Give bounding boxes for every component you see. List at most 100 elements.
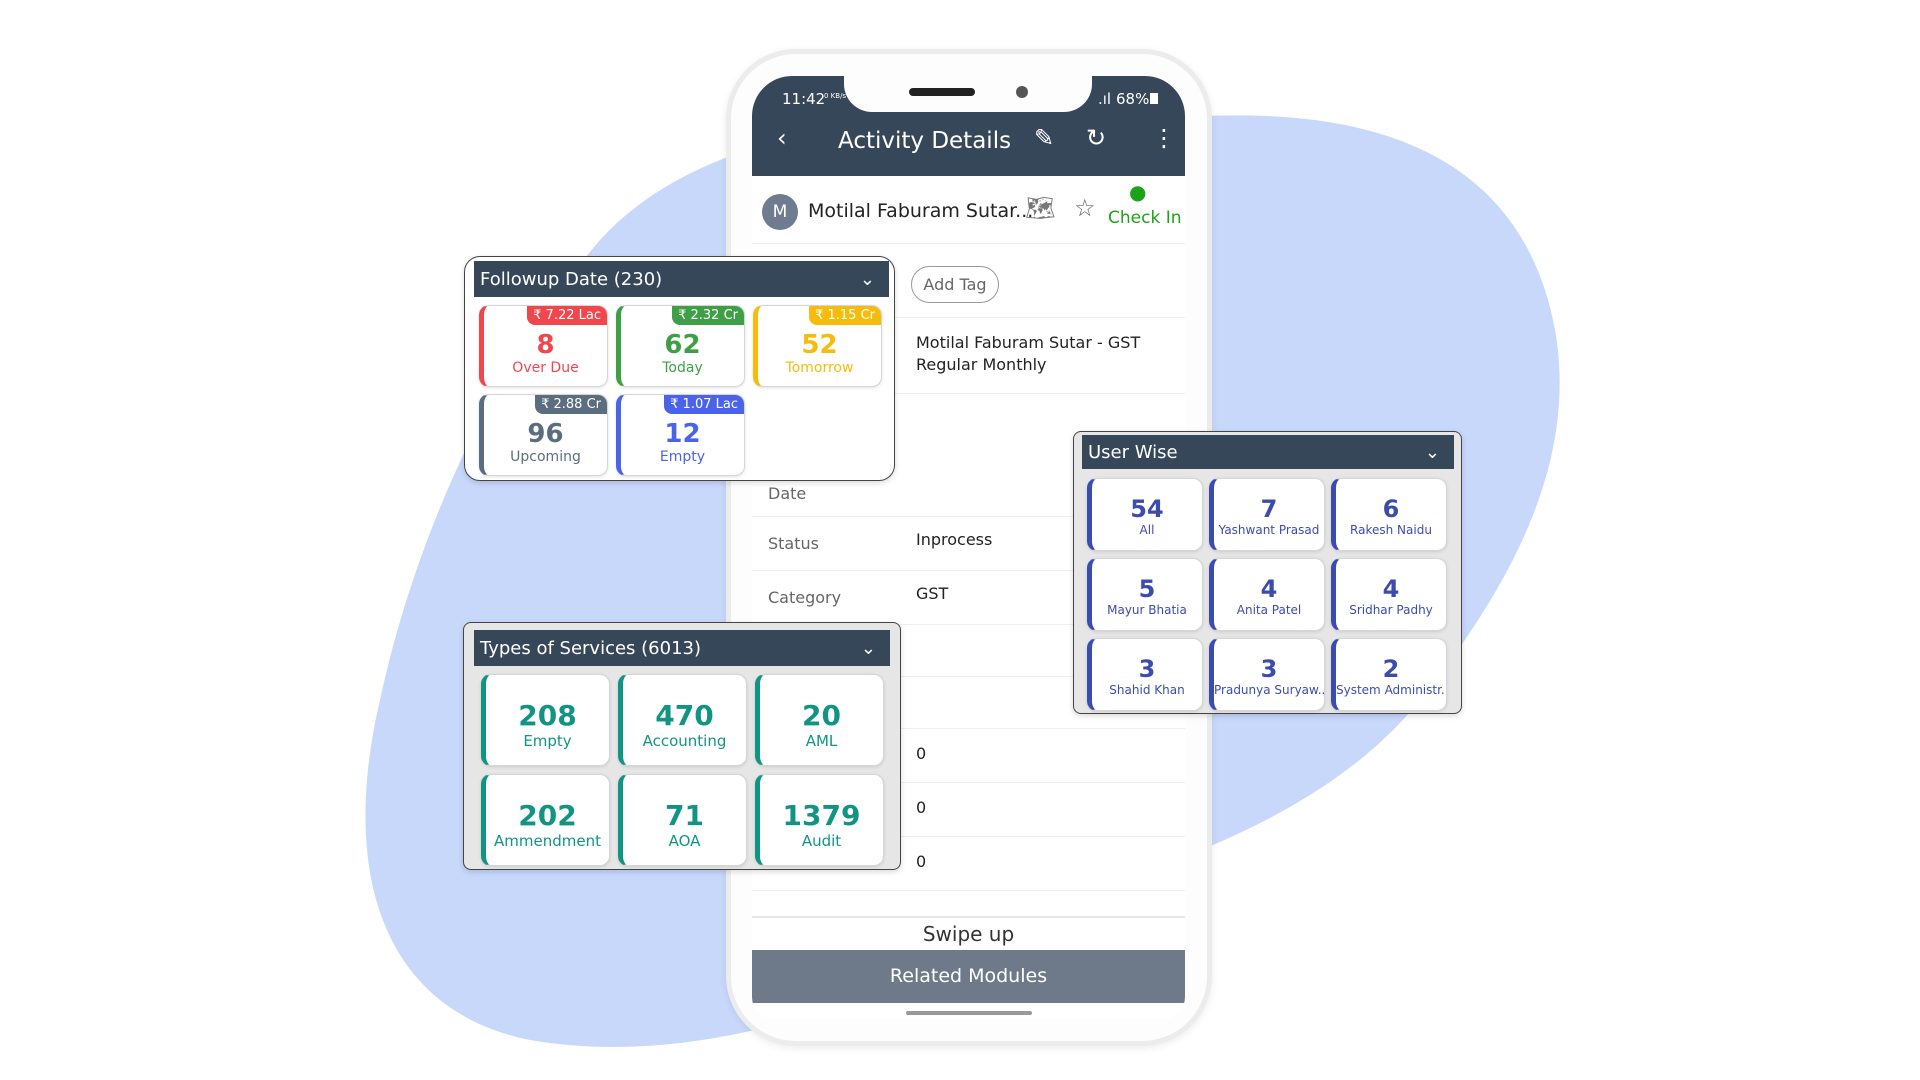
- amount-badge: ₹ 2.88 Cr: [535, 395, 607, 414]
- signal-icon: .ıl: [1098, 90, 1112, 108]
- status-time: 11:42: [782, 90, 826, 108]
- card-label: Audit: [801, 832, 842, 850]
- card-count: 71: [665, 799, 704, 832]
- status-net: 0 KB/s: [824, 92, 847, 100]
- date-label: Date: [768, 484, 807, 503]
- pencil-icon[interactable]: ✎: [1034, 124, 1054, 152]
- user-card[interactable]: 4 Sridhar Padhy: [1331, 558, 1447, 631]
- battery-icon: [1150, 93, 1158, 104]
- home-indicator[interactable]: [906, 1011, 1032, 1015]
- card-label: Rakesh Naidu: [1350, 523, 1432, 537]
- followup-card-upcoming[interactable]: ₹ 2.88 Cr 96 Upcoming: [479, 394, 608, 476]
- card-count: 470: [655, 699, 714, 732]
- chevron-down-icon[interactable]: ⌄: [860, 269, 875, 290]
- card-label: AML: [805, 732, 838, 750]
- category-label: Category: [768, 588, 842, 607]
- services-title: Types of Services (6013): [480, 637, 701, 659]
- followup-card-over-due[interactable]: ₹ 7.22 Lac 8 Over Due: [479, 305, 608, 387]
- card-count: 3: [1260, 655, 1278, 683]
- followup-card-empty[interactable]: ₹ 1.07 Lac 12 Empty: [616, 394, 745, 476]
- camera: [1016, 86, 1028, 98]
- service-card-audit[interactable]: 1379 Audit: [755, 774, 884, 866]
- card-label: Pradunya Suryaw...: [1214, 683, 1325, 697]
- value-zero: 0: [916, 744, 927, 763]
- service-card-accounting[interactable]: 470 Accounting: [618, 674, 747, 766]
- contact-name[interactable]: Motilal Faburam Sutar...: [808, 200, 1033, 222]
- swipe-up-hint[interactable]: Swipe up: [752, 916, 1185, 950]
- amount-badge: ₹ 1.07 Lac: [664, 395, 744, 414]
- followup-date-panel: Followup Date (230) ⌄ ₹ 7.22 Lac 8 Over Du…: [464, 256, 895, 481]
- related-modules-button[interactable]: Related Modules: [752, 950, 1185, 1003]
- card-label: System Administr...: [1336, 683, 1447, 697]
- card-count: 2: [1382, 655, 1400, 683]
- service-card-empty[interactable]: 208 Empty: [481, 674, 610, 766]
- user-card[interactable]: 3 Pradunya Suryaw...: [1209, 638, 1325, 711]
- location-pin-icon[interactable]: ●: [1129, 180, 1146, 204]
- card-label: Empty: [659, 449, 706, 465]
- card-label: All: [1139, 523, 1155, 537]
- status-label: Status: [768, 534, 819, 553]
- service-card-ammendment[interactable]: 202 Ammendment: [481, 774, 610, 866]
- types-of-services-panel: Types of Services (6013) ⌄ 208 Empty 470 Ac…: [463, 622, 901, 870]
- card-count: 5: [1138, 575, 1156, 603]
- followup-title: Followup Date (230): [480, 268, 663, 290]
- service-card-aml[interactable]: 20 AML: [755, 674, 884, 766]
- card-count: 54: [1130, 495, 1164, 523]
- more-vertical-icon[interactable]: ⋮: [1152, 124, 1176, 152]
- page-title: Activity Details: [838, 128, 1012, 154]
- card-label: Today: [662, 360, 703, 376]
- card-label: AOA: [668, 832, 701, 850]
- map-icon[interactable]: 🗺︎: [1025, 194, 1055, 222]
- user-wise-panel: User Wise ⌄ 54 All 7 Yashwant Prasad 6 Rakesh…: [1073, 431, 1462, 714]
- card-label: Mayur Bhatia: [1107, 603, 1187, 617]
- card-label: Accounting: [642, 732, 727, 750]
- card-label: Shahid Khan: [1109, 683, 1185, 697]
- card-label: Anita Patel: [1236, 603, 1302, 617]
- card-label: Empty: [523, 732, 572, 750]
- chevron-down-icon[interactable]: ⌄: [861, 638, 876, 659]
- followup-card-tomorrow[interactable]: ₹ 1.15 Cr 52 Tomorrow: [753, 305, 882, 387]
- card-label: Yashwant Prasad: [1218, 523, 1320, 537]
- user-card[interactable]: 5 Mayur Bhatia: [1087, 558, 1203, 631]
- refresh-icon[interactable]: ↻: [1086, 124, 1106, 152]
- check-in-button[interactable]: Check In: [1108, 208, 1182, 228]
- category-value: GST: [916, 584, 949, 603]
- card-count: 7: [1260, 495, 1278, 523]
- value-zero: 0: [916, 852, 927, 871]
- user-wise-title: User Wise: [1088, 441, 1178, 463]
- contact-row: M Motilal Faburam Sutar... 🗺︎ ☆ ● Check …: [752, 178, 1185, 244]
- card-count: 4: [1382, 575, 1400, 603]
- followup-header[interactable]: Followup Date (230) ⌄: [474, 261, 889, 297]
- service-card-aoa[interactable]: 71 AOA: [618, 774, 747, 866]
- user-card[interactable]: 54 All: [1087, 478, 1203, 551]
- card-label: Over Due: [512, 360, 579, 376]
- status-battery: 68%: [1116, 90, 1150, 108]
- avatar: M: [762, 194, 798, 230]
- followup-card-today[interactable]: ₹ 2.32 Cr 62 Today: [616, 305, 745, 387]
- amount-badge: ₹ 1.15 Cr: [809, 306, 881, 325]
- amount-badge: ₹ 2.32 Cr: [672, 306, 744, 325]
- card-count: 4: [1260, 575, 1278, 603]
- card-label: Tomorrow: [785, 360, 854, 376]
- card-count: 208: [518, 699, 577, 732]
- card-label: Ammendment: [494, 832, 601, 850]
- user-card[interactable]: 6 Rakesh Naidu: [1331, 478, 1447, 551]
- chevron-down-icon[interactable]: ⌄: [1425, 442, 1440, 463]
- user-wise-header[interactable]: User Wise ⌄: [1082, 435, 1454, 469]
- user-card[interactable]: 2 System Administr...: [1331, 638, 1447, 711]
- star-icon[interactable]: ☆: [1074, 194, 1096, 222]
- user-card[interactable]: 3 Shahid Khan: [1087, 638, 1203, 711]
- value-zero: 0: [916, 798, 927, 817]
- card-count: 202: [518, 799, 577, 832]
- card-count: 3: [1138, 655, 1156, 683]
- chevron-left-icon[interactable]: ‹: [777, 124, 787, 152]
- services-header[interactable]: Types of Services (6013) ⌄: [474, 630, 890, 666]
- speaker: [909, 88, 975, 96]
- card-count: 20: [802, 699, 841, 732]
- card-count: 1379: [782, 799, 861, 832]
- user-card[interactable]: 4 Anita Patel: [1209, 558, 1325, 631]
- status-value: Inprocess: [916, 530, 993, 549]
- card-count: 6: [1382, 495, 1400, 523]
- user-card[interactable]: 7 Yashwant Prasad: [1209, 478, 1325, 551]
- card-label: Upcoming: [510, 449, 581, 465]
